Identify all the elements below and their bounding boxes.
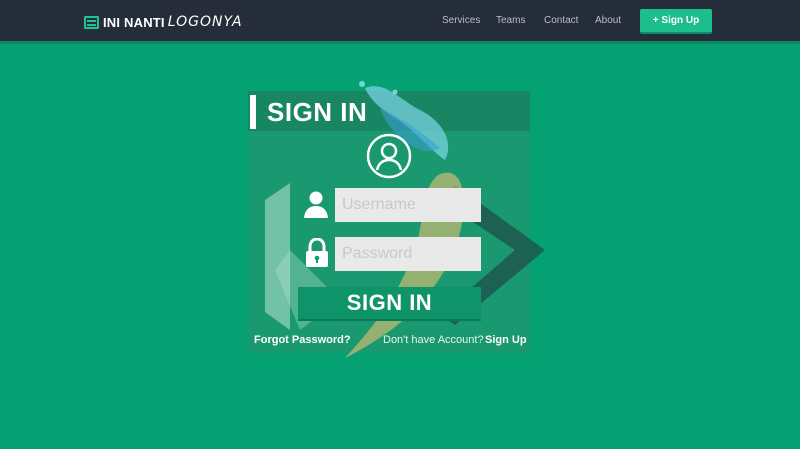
user-icon xyxy=(304,191,328,218)
brand-light-text: LOGONYA xyxy=(167,14,243,30)
menu-icon xyxy=(84,15,99,29)
username-input[interactable] xyxy=(335,188,481,222)
password-input[interactable] xyxy=(335,237,481,271)
signup-button[interactable]: + Sign Up xyxy=(640,9,712,34)
navbar: INI NANTI LOGONYA Services Teams Contact… xyxy=(0,0,800,44)
nav-link-contact[interactable]: Contact xyxy=(544,15,578,26)
brand-logo[interactable]: INI NANTI LOGONYA xyxy=(84,12,243,32)
page-title: SIGN IN xyxy=(267,97,368,127)
nav-link-teams[interactable]: Teams xyxy=(496,15,525,26)
brand-bold-text: INI NANTI xyxy=(103,14,165,30)
nav-link-about[interactable]: About xyxy=(595,15,621,26)
nav-link-services[interactable]: Services xyxy=(442,15,480,26)
no-account-text: Don't have Account? xyxy=(383,334,484,346)
lock-icon xyxy=(306,238,328,267)
signup-link[interactable]: Sign Up xyxy=(485,334,527,346)
panel-header: SIGN IN xyxy=(248,91,530,131)
forgot-password-link[interactable]: Forgot Password? xyxy=(254,334,351,346)
signin-submit-button[interactable]: SIGN IN xyxy=(298,287,481,321)
avatar-icon xyxy=(366,133,412,179)
header-accent-bar xyxy=(250,95,256,129)
